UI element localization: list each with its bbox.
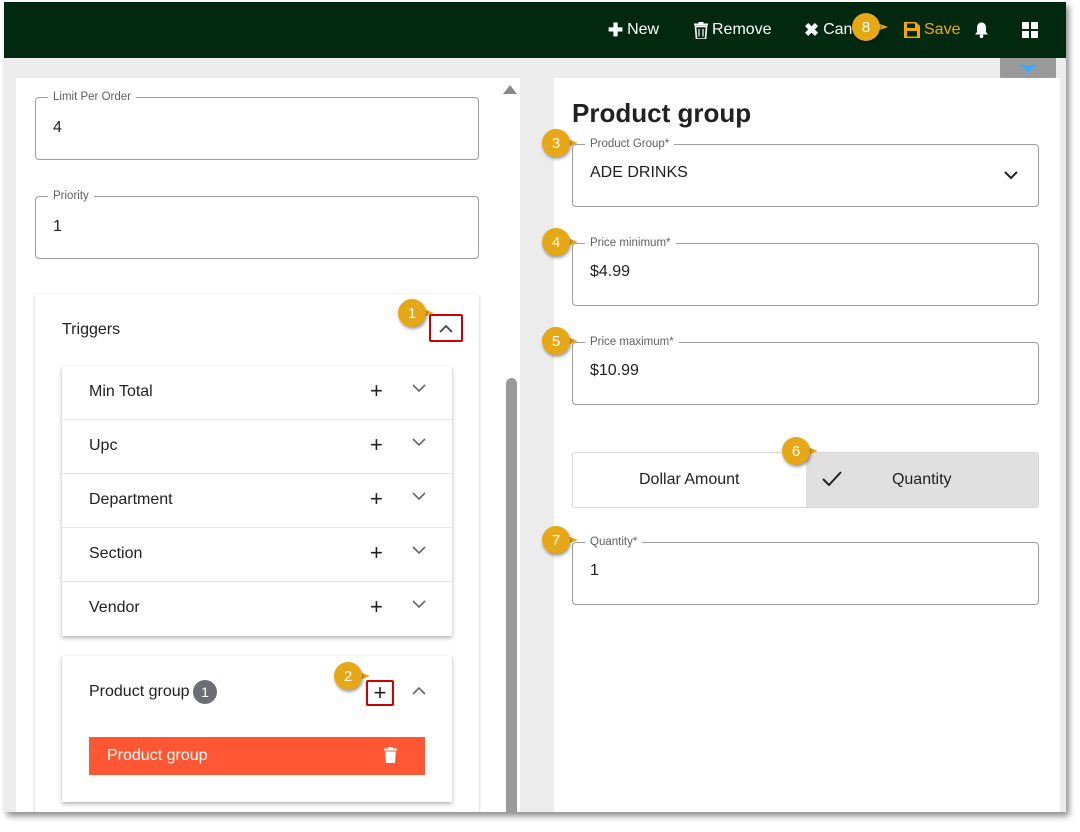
callout-number: 2 bbox=[343, 667, 353, 685]
limit-per-order-label: Limit Per Order bbox=[48, 90, 136, 104]
add-product-group-button[interactable]: + bbox=[366, 680, 394, 706]
trigger-row-min-total[interactable]: Min Total + bbox=[62, 366, 452, 420]
callout-marker: 7 bbox=[542, 526, 578, 554]
caret-down-icon bbox=[1019, 65, 1037, 73]
chevron-down-icon[interactable] bbox=[412, 492, 426, 501]
product-group-item[interactable]: Product group bbox=[89, 737, 425, 775]
triggers-collapse-button[interactable] bbox=[429, 314, 463, 342]
trigger-row-vendor[interactable]: Vendor + bbox=[62, 582, 452, 636]
price-minimum-value: $4.99 bbox=[590, 263, 631, 280]
priority-field[interactable]: Priority 1 bbox=[35, 189, 479, 259]
plus-icon: + bbox=[373, 680, 387, 705]
cancel-button[interactable]: ✖ Can bbox=[804, 18, 852, 42]
price-minimum-field[interactable]: Price minimum* $4.99 bbox=[572, 236, 1039, 306]
plus-icon: ✚ bbox=[608, 20, 624, 40]
add-icon[interactable]: + bbox=[370, 434, 383, 456]
triggers-title: Triggers bbox=[62, 321, 121, 338]
callout-marker: 3 bbox=[542, 129, 578, 157]
trigger-label: Vendor bbox=[89, 599, 140, 616]
grid-icon bbox=[1022, 22, 1038, 38]
callout-number: 8 bbox=[861, 18, 871, 36]
check-icon bbox=[821, 471, 842, 486]
cancel-button-label: Can bbox=[823, 21, 853, 38]
callout-number: 5 bbox=[551, 332, 561, 350]
priority-value: 1 bbox=[53, 218, 62, 235]
panel-toggle-tab[interactable] bbox=[1000, 58, 1056, 80]
apps-grid-button[interactable] bbox=[1022, 18, 1038, 42]
product-group-trigger-card: Product group 1 + Product group bbox=[62, 656, 452, 802]
chevron-down-icon[interactable] bbox=[412, 546, 426, 555]
left-panel: Limit Per Order 4 Priority 1 Triggers Mi… bbox=[16, 78, 520, 812]
app-window: ✚ New Remove ✖ Can Save Limit Per Order … bbox=[4, 2, 1066, 812]
floppy-icon bbox=[904, 22, 920, 38]
remove-button[interactable]: Remove bbox=[694, 18, 772, 42]
price-maximum-label: Price maximum* bbox=[585, 335, 679, 349]
new-button-label: New bbox=[627, 21, 660, 38]
callout-number: 3 bbox=[551, 134, 561, 152]
quantity-toggle[interactable]: Quantity bbox=[805, 453, 1038, 507]
scroll-up-arrow-icon[interactable] bbox=[503, 85, 517, 94]
trigger-label: Upc bbox=[89, 437, 118, 454]
callout-marker: 4 bbox=[542, 228, 578, 256]
price-maximum-field[interactable]: Price maximum* $10.99 bbox=[572, 335, 1039, 405]
trigger-label: Department bbox=[89, 491, 173, 508]
add-icon[interactable]: + bbox=[370, 488, 383, 510]
limit-per-order-value: 4 bbox=[53, 119, 62, 136]
callout-marker: 1 bbox=[398, 299, 434, 327]
dollar-amount-label: Dollar Amount bbox=[639, 471, 740, 488]
count-badge: 1 bbox=[193, 680, 217, 704]
chevron-down-icon[interactable] bbox=[1004, 171, 1018, 180]
chevron-up-icon[interactable] bbox=[412, 686, 426, 695]
notifications-button[interactable] bbox=[974, 18, 989, 42]
page-title: Product group bbox=[572, 98, 752, 128]
callout-number: 4 bbox=[551, 233, 561, 251]
chevron-up-icon bbox=[439, 324, 453, 333]
quantity-field[interactable]: Quantity* 1 bbox=[572, 535, 1039, 605]
callout-number: 7 bbox=[551, 531, 561, 549]
callout-marker: 5 bbox=[542, 327, 578, 355]
save-button[interactable]: Save bbox=[904, 18, 960, 42]
product-group-select[interactable]: Product Group* ADE DRINKS bbox=[572, 137, 1039, 207]
chevron-down-icon[interactable] bbox=[412, 438, 426, 447]
trigger-label: Min Total bbox=[89, 383, 153, 400]
product-group-label: Product Group* bbox=[585, 137, 675, 151]
save-button-label: Save bbox=[924, 21, 961, 38]
quantity-value: 1 bbox=[590, 562, 599, 579]
trash-icon[interactable] bbox=[384, 747, 397, 763]
callout-marker: 2 bbox=[334, 662, 370, 690]
callout-number: 1 bbox=[407, 304, 417, 322]
quantity-label: Quantity* bbox=[585, 535, 643, 549]
chevron-down-icon[interactable] bbox=[412, 600, 426, 609]
trigger-list: Min Total + Upc + Department + Section + bbox=[62, 366, 452, 636]
price-maximum-value: $10.99 bbox=[590, 362, 639, 379]
trigger-row-section[interactable]: Section + bbox=[62, 528, 452, 582]
add-icon[interactable]: + bbox=[370, 542, 383, 564]
callout-marker: 6 bbox=[782, 437, 818, 465]
trash-icon bbox=[694, 21, 708, 39]
trigger-row-department[interactable]: Department + bbox=[62, 474, 452, 528]
priority-label: Priority bbox=[48, 189, 94, 203]
limit-per-order-field[interactable]: Limit Per Order 4 bbox=[35, 90, 479, 160]
chevron-down-icon[interactable] bbox=[412, 384, 426, 393]
price-minimum-label: Price minimum* bbox=[585, 236, 676, 250]
dollar-amount-toggle[interactable]: Dollar Amount bbox=[573, 453, 806, 507]
quantity-toggle-label: Quantity bbox=[891, 471, 952, 488]
new-button[interactable]: ✚ New bbox=[608, 18, 659, 42]
callout-marker: 8 bbox=[852, 13, 888, 41]
remove-button-label: Remove bbox=[712, 21, 772, 38]
product-group-trigger-title: Product group bbox=[89, 683, 190, 700]
triggers-card: Triggers Min Total + Upc + Department + … bbox=[35, 294, 479, 812]
product-group-item-label: Product group bbox=[107, 747, 208, 764]
add-icon[interactable]: + bbox=[370, 380, 383, 402]
scrollbar-thumb[interactable] bbox=[506, 378, 517, 812]
trigger-label: Section bbox=[89, 545, 143, 562]
close-icon: ✖ bbox=[804, 20, 820, 40]
top-toolbar: ✚ New Remove ✖ Can Save bbox=[4, 2, 1066, 58]
bell-icon bbox=[975, 22, 988, 38]
trigger-row-upc[interactable]: Upc + bbox=[62, 420, 452, 474]
callout-number: 6 bbox=[791, 442, 801, 460]
product-group-value: ADE DRINKS bbox=[590, 164, 688, 181]
add-icon[interactable]: + bbox=[370, 596, 383, 618]
